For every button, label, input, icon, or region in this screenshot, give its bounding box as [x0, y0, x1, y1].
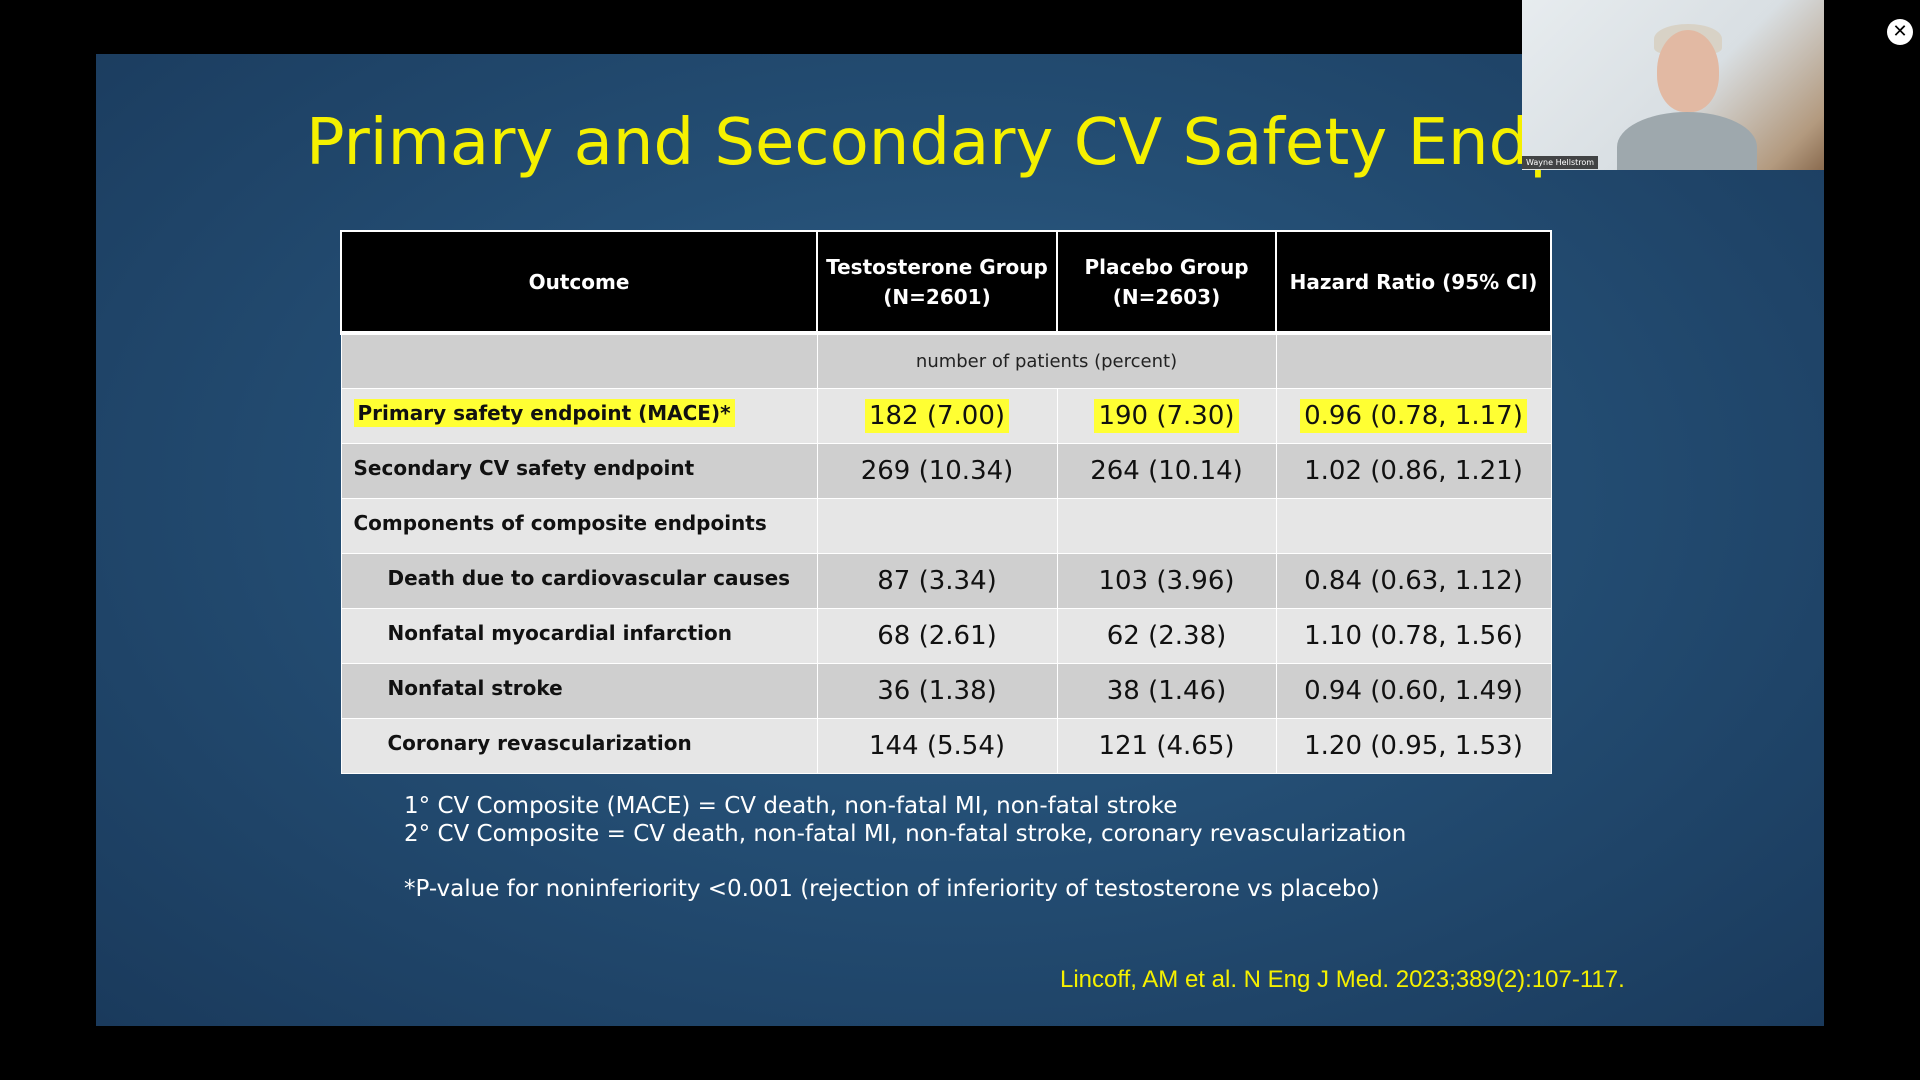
placebo-cell — [1056, 498, 1277, 554]
row-label-highlight: Primary safety endpoint (MACE)* — [353, 398, 735, 427]
testosterone-cell: 36 (1.38) — [816, 663, 1058, 719]
footnote-spacer — [404, 848, 1604, 875]
slide-citation: Lincoff, AM et al. N Eng J Med. 2023;389… — [1060, 966, 1625, 993]
hazard-ratio-cell: 1.02 (0.86, 1.21) — [1275, 443, 1552, 499]
testosterone-cell: 144 (5.54) — [816, 718, 1058, 774]
close-button[interactable]: ✕ — [1887, 19, 1913, 45]
header-testosterone-group: Testosterone Group (N=2601) — [816, 230, 1058, 335]
row-label: Primary safety endpoint (MACE)* — [340, 388, 818, 444]
footnote-primary-composite: 1° CV Composite (MACE) = CV death, non-f… — [404, 793, 1178, 819]
table-header-row: Outcome Testosterone Group (N=2601) Plac… — [340, 230, 1552, 335]
footnote-p-value: *P-value for noninferiority <0.001 (reje… — [404, 876, 1380, 902]
slide-footnotes: 1° CV Composite (MACE) = CV death, non-f… — [404, 792, 1604, 903]
units-row: number of patients (percent) — [340, 333, 1552, 389]
header-placebo-group: Placebo Group (N=2603) — [1056, 230, 1277, 335]
hazard-ratio-cell — [1275, 498, 1552, 554]
testosterone-cell: 87 (3.34) — [816, 553, 1058, 609]
video-player-screen: Primary and Secondary CV Safety Endpoin … — [0, 0, 1920, 1080]
placebo-value: 190 (7.30) — [1094, 398, 1239, 433]
row-label: Coronary revascularization — [340, 718, 818, 774]
testosterone-cell: 182 (7.00) — [816, 388, 1058, 444]
row-label: Nonfatal stroke — [340, 663, 818, 719]
participant-name-tag: Wayne Hellstrom — [1522, 156, 1599, 169]
hazard-ratio-cell: 1.10 (0.78, 1.56) — [1275, 608, 1552, 664]
table-row: Coronary revascularization 144 (5.54) 12… — [340, 718, 1552, 774]
hazard-ratio-cell: 0.84 (0.63, 1.12) — [1275, 553, 1552, 609]
placebo-cell: 62 (2.38) — [1056, 608, 1277, 664]
speaker-face — [1657, 30, 1719, 112]
hazard-ratio-cell: 1.20 (0.95, 1.53) — [1275, 718, 1552, 774]
placebo-cell: 103 (3.96) — [1056, 553, 1277, 609]
units-blank-cell — [1275, 333, 1552, 389]
header-outcome: Outcome — [340, 230, 818, 335]
footnote-secondary-composite: 2° CV Composite = CV death, non-fatal MI… — [404, 821, 1407, 847]
row-label: Components of composite endpoints — [340, 498, 818, 554]
placebo-cell: 264 (10.14) — [1056, 443, 1277, 499]
table-row: Death due to cardiovascular causes 87 (3… — [340, 553, 1552, 609]
testosterone-value: 182 (7.00) — [864, 398, 1010, 433]
hazard-ratio-value: 0.96 (0.78, 1.17) — [1300, 398, 1527, 433]
placebo-cell: 121 (4.65) — [1056, 718, 1277, 774]
placebo-cell: 38 (1.46) — [1056, 663, 1277, 719]
table-row: Components of composite endpoints — [340, 498, 1552, 554]
table-row: Nonfatal myocardial infarction 68 (2.61)… — [340, 608, 1552, 664]
placebo-cell: 190 (7.30) — [1056, 388, 1277, 444]
testosterone-cell: 68 (2.61) — [816, 608, 1058, 664]
hazard-ratio-cell: 0.96 (0.78, 1.17) — [1275, 388, 1552, 444]
row-label: Death due to cardiovascular causes — [340, 553, 818, 609]
table-row: Primary safety endpoint (MACE)* 182 (7.0… — [340, 388, 1552, 444]
units-label: number of patients (percent) — [816, 333, 1277, 389]
close-icon: ✕ — [1892, 21, 1908, 42]
row-label: Secondary CV safety endpoint — [340, 443, 818, 499]
header-hazard-ratio: Hazard Ratio (95% CI) — [1275, 230, 1552, 335]
speaker-shirt — [1617, 112, 1757, 170]
table-row: Nonfatal stroke 36 (1.38) 38 (1.46) 0.94… — [340, 663, 1552, 719]
hazard-ratio-cell: 0.94 (0.60, 1.49) — [1275, 663, 1552, 719]
testosterone-cell — [816, 498, 1058, 554]
presentation-slide: Primary and Secondary CV Safety Endpoin … — [96, 54, 1824, 1026]
units-blank-cell — [340, 333, 818, 389]
outcomes-table: Outcome Testosterone Group (N=2601) Plac… — [340, 230, 1552, 774]
testosterone-cell: 269 (10.34) — [816, 443, 1058, 499]
speaker-webcam-thumbnail[interactable]: Wayne Hellstrom — [1522, 0, 1824, 170]
table-row: Secondary CV safety endpoint 269 (10.34)… — [340, 443, 1552, 499]
row-label: Nonfatal myocardial infarction — [340, 608, 818, 664]
